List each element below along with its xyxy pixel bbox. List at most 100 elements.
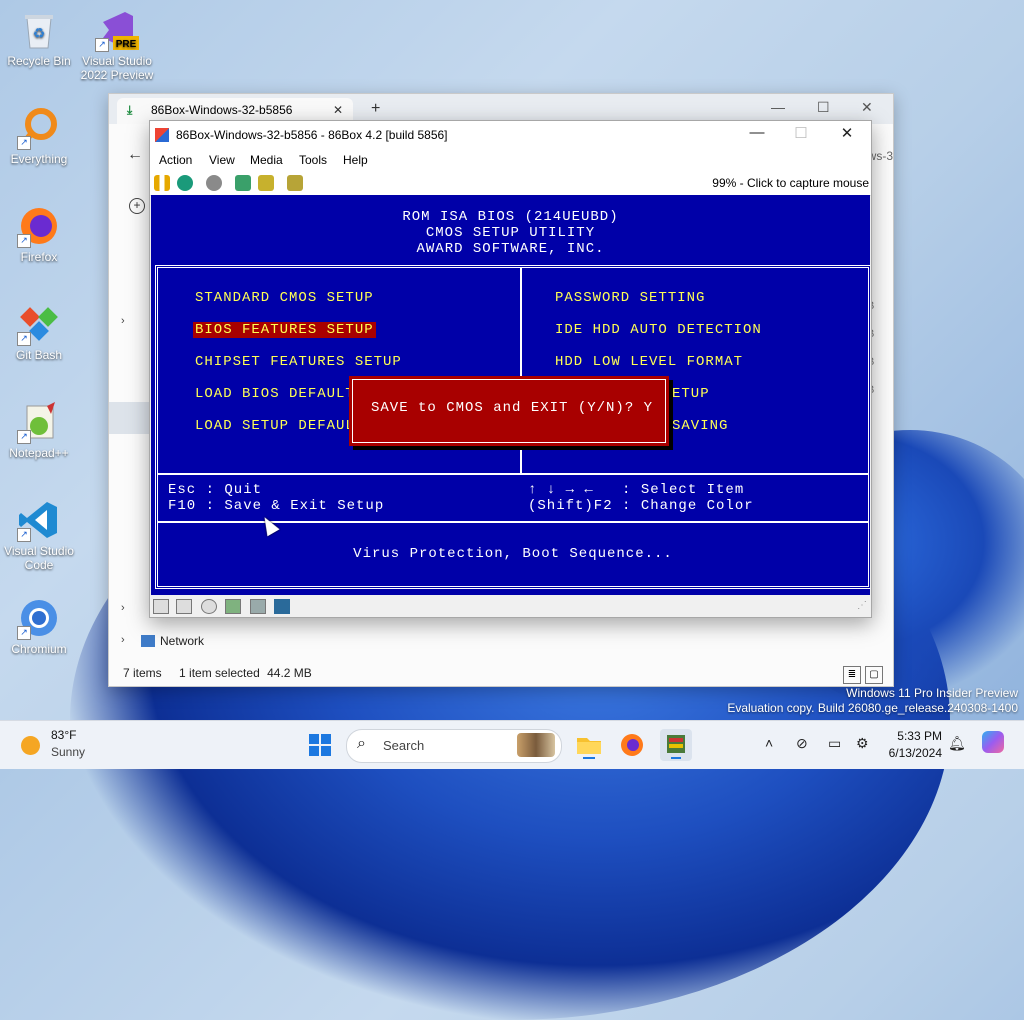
network-icon: [141, 635, 155, 647]
floppy-drive-icon[interactable]: [176, 599, 192, 614]
firefox-taskbar-button[interactable]: [616, 729, 648, 761]
minimize-button[interactable]: —: [771, 99, 785, 115]
shortcut-arrow-icon: ↗: [17, 234, 31, 248]
desktop-icon-visual-studio[interactable]: PRE ↗ Visual Studio 2022 Preview: [79, 8, 155, 82]
bios-item-load-bios-default[interactable]: LOAD BIOS DEFAULT: [195, 386, 355, 402]
nav-item-label: Network: [160, 634, 205, 648]
bios-divider: [158, 473, 868, 475]
network-off-icon[interactable]: ⊘: [796, 735, 808, 752]
display-icon[interactable]: ▭: [828, 735, 841, 752]
desktop-icon-firefox[interactable]: ↗ Firefox: [1, 204, 77, 264]
desktop-icon-git-bash[interactable]: ↗ Git Bash: [1, 302, 77, 362]
bios-item-save-exit-setup[interactable]: ETUP: [672, 386, 710, 402]
menu-help[interactable]: Help: [343, 153, 368, 167]
save-exit-dialog[interactable]: SAVE to CMOS and EXIT (Y/N)? Y: [349, 376, 669, 446]
everything-icon: ↗: [17, 106, 61, 150]
ctrl-alt-del-icon[interactable]: [235, 175, 251, 191]
floppy-drive-icon[interactable]: [153, 599, 169, 614]
file-explorer-taskbar-button[interactable]: [573, 729, 605, 761]
shortcut-arrow-icon: ↗: [95, 38, 109, 52]
view-toggle: ≣ ▢: [839, 665, 883, 684]
bios-item-ide-hdd-detection[interactable]: IDE HDD AUTO DETECTION: [555, 322, 762, 338]
new-item-icon[interactable]: +: [129, 198, 145, 214]
settings-icon[interactable]: [287, 175, 303, 191]
tiles-view-icon[interactable]: ▢: [865, 666, 883, 684]
resize-grip-icon[interactable]: ⋰: [857, 600, 867, 611]
maximize-button[interactable]: ☐: [817, 99, 830, 116]
capture-mouse-hint[interactable]: 99% - Click to capture mouse: [712, 176, 869, 190]
bios-item-standard-cmos[interactable]: STANDARD CMOS SETUP: [195, 290, 374, 306]
desktop-icon-label: Git Bash: [15, 348, 63, 362]
maximize-button[interactable]: ☐: [778, 124, 824, 142]
settings-icon[interactable]: ⚙: [856, 735, 869, 752]
desktop-icon-label: Firefox: [20, 250, 58, 264]
86box-taskbar-button[interactable]: [660, 729, 692, 761]
selected-nav-row[interactable]: [109, 402, 151, 434]
bios-help-change-color: (Shift)F2 : Change Color: [528, 498, 754, 514]
desktop-icon-recycle-bin[interactable]: ♻ Recycle Bin: [1, 8, 77, 68]
visual-studio-icon: PRE ↗: [95, 8, 139, 52]
status-selection: 1 item selected: [179, 666, 260, 680]
shortcut-arrow-icon: ↗: [17, 430, 31, 444]
chevron-right-icon[interactable]: ›: [121, 634, 125, 646]
bios-item-load-setup-default[interactable]: LOAD SETUP DEFAUL: [195, 418, 355, 434]
back-arrow-icon[interactable]: ←: [127, 146, 143, 164]
taskbar-search[interactable]: ⌕ Search: [346, 729, 562, 763]
download-icon: ⤓: [127, 103, 133, 117]
desktop-icon-chromium[interactable]: ↗ Chromium: [1, 596, 77, 656]
desktop-icon-label: Everything: [10, 152, 68, 166]
close-button[interactable]: ✕: [824, 124, 870, 142]
details-view-icon[interactable]: ≣: [843, 666, 861, 684]
copilot-icon[interactable]: [982, 731, 1004, 753]
desktop-icon-vscode[interactable]: ↗ Visual Studio Code: [1, 498, 77, 572]
taskbar-clock[interactable]: 5:33 PM 6/13/2024: [884, 729, 942, 760]
sound-icon[interactable]: [274, 599, 290, 614]
bios-item-hdd-low-level-format[interactable]: HDD LOW LEVEL FORMAT: [555, 354, 743, 370]
minimize-button[interactable]: —: [734, 124, 780, 141]
status-size: 44.2 MB: [267, 666, 312, 680]
menu-media[interactable]: Media: [250, 153, 283, 167]
bell-icon[interactable]: 🔔︎: [948, 735, 966, 752]
recycle-bin-icon: ♻: [17, 8, 61, 52]
new-tab-button[interactable]: +: [371, 100, 380, 118]
desktop-icon-notepad-plus-plus[interactable]: ↗ Notepad++: [1, 400, 77, 460]
bios-header-line: ROM ISA BIOS (214UEUBD): [402, 209, 619, 225]
bios-item-exit-without-saving[interactable]: SAVING: [672, 418, 728, 434]
bios-item-password-setting[interactable]: PASSWORD SETTING: [555, 290, 705, 306]
cdrom-icon[interactable]: [201, 599, 217, 614]
shortcut-arrow-icon: ↗: [17, 528, 31, 542]
sun-icon: [21, 736, 40, 755]
chevron-up-icon[interactable]: ˄: [765, 735, 773, 751]
chromium-icon: ↗: [17, 596, 61, 640]
search-highlight-image: [517, 733, 555, 757]
bios-item-bios-features[interactable]: BIOS FEATURES SETUP: [193, 322, 376, 338]
menu-tools[interactable]: Tools: [299, 153, 327, 167]
hard-disk-icon[interactable]: [250, 599, 266, 614]
ctrl-alt-esc-icon[interactable]: [258, 175, 274, 191]
reset-icon[interactable]: [177, 175, 193, 191]
desktop-icon-everything[interactable]: ↗ Everything: [1, 106, 77, 166]
bios-help-select-item: ↑ ↓ → ← : Select Item: [528, 482, 745, 498]
86box-status-bar: ⋰: [150, 596, 871, 617]
explorer-tab-title: 86Box-Windows-32-b5856: [151, 103, 293, 117]
notepad-plus-plus-icon: ↗: [17, 400, 61, 444]
menu-view[interactable]: View: [209, 153, 235, 167]
menu-action[interactable]: Action: [159, 153, 192, 167]
chevron-right-icon[interactable]: ›: [121, 602, 125, 614]
nav-item-network[interactable]: Network: [141, 634, 204, 648]
close-tab-icon[interactable]: ✕: [333, 98, 343, 122]
clock-date: 6/13/2024: [888, 746, 942, 760]
bios-item-chipset-features[interactable]: CHIPSET FEATURES SETUP: [195, 354, 402, 370]
start-button[interactable]: [309, 734, 331, 756]
emulator-screen[interactable]: ROM ISA BIOS (214UEUBD) CMOS SETUP UTILI…: [151, 195, 870, 595]
power-icon[interactable]: [206, 175, 222, 191]
pause-icon[interactable]: [154, 175, 170, 191]
86box-window[interactable]: 86Box-Windows-32-b5856 - 86Box 4.2 [buil…: [149, 120, 872, 618]
network-card-icon[interactable]: [225, 599, 241, 614]
save-exit-prompt[interactable]: SAVE to CMOS and EXIT (Y/N)? Y: [371, 400, 653, 416]
close-button[interactable]: ✕: [861, 99, 873, 116]
svg-text:♻: ♻: [33, 25, 46, 41]
window-title: 86Box-Windows-32-b5856 - 86Box 4.2 [buil…: [176, 128, 448, 142]
bios-item-description: Virus Protection, Boot Sequence...: [353, 546, 673, 562]
chevron-right-icon[interactable]: ›: [121, 315, 125, 327]
